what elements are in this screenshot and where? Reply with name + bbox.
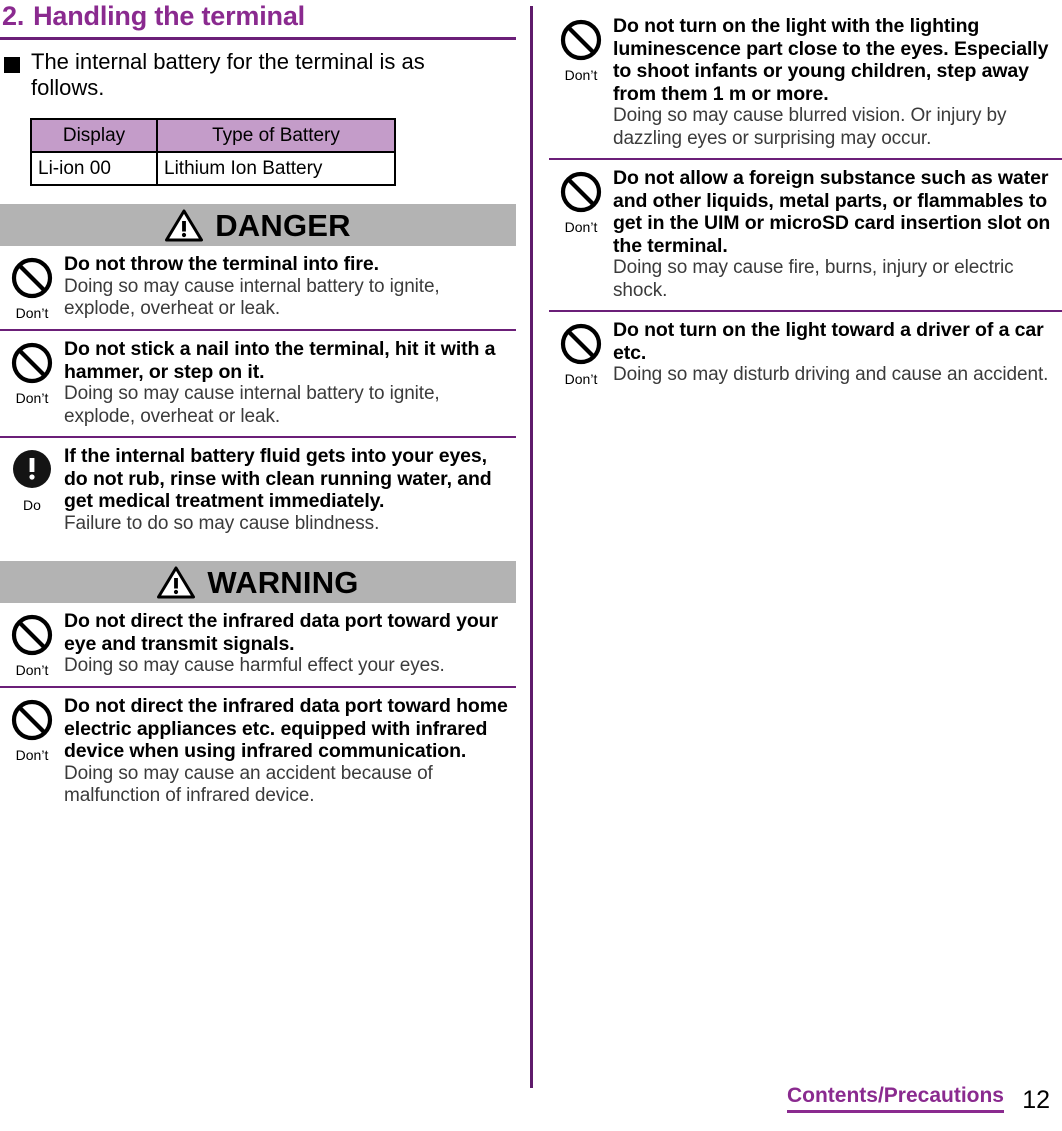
warning-triangle-icon bbox=[157, 566, 196, 599]
dont-icon-caption: Don’t bbox=[15, 662, 49, 678]
right-column: Don’t Do not turn on the light with the … bbox=[549, 8, 1062, 395]
precaution-body: Do not turn on the light with the lighti… bbox=[613, 15, 1062, 150]
precaution-body: Do not direct the infrared data port tow… bbox=[64, 695, 516, 808]
precaution-heading: Do not allow a foreign substance such as… bbox=[613, 167, 1051, 257]
dont-icon: Don’t bbox=[549, 167, 613, 235]
intro-bullet-text: The internal battery for the terminal is… bbox=[31, 49, 425, 100]
precaution-body: If the internal battery fluid gets into … bbox=[64, 445, 516, 535]
table-header-type: Type of Battery bbox=[156, 118, 396, 153]
section-title-text: Handling the terminal bbox=[33, 1, 305, 31]
precaution-entry: Don’t Do not direct the infrared data po… bbox=[0, 603, 516, 686]
page-footer: Contents/Precautions 12 bbox=[0, 1083, 1062, 1123]
precaution-heading: Do not stick a nail into the terminal, h… bbox=[64, 338, 496, 383]
intro-bullet: The internal battery for the terminal is… bbox=[0, 49, 516, 101]
dont-icon-caption: Don’t bbox=[564, 67, 598, 83]
precaution-body: Do not stick a nail into the terminal, h… bbox=[64, 338, 516, 428]
section-number: 2. bbox=[2, 1, 25, 31]
left-column: 2. Handling the terminal The internal bat… bbox=[0, 0, 516, 816]
precaution-heading: Do not throw the terminal into fire. bbox=[64, 253, 379, 275]
precaution-subtext: Doing so may disturb driving and cause a… bbox=[613, 364, 1049, 385]
precaution-subtext: Doing so may cause internal battery to i… bbox=[64, 275, 440, 320]
manual-page: 2. Handling the terminal The internal bat… bbox=[0, 0, 1062, 1131]
precaution-body: Do not direct the infrared data port tow… bbox=[64, 610, 516, 678]
precaution-heading: Do not turn on the light with the lighti… bbox=[613, 15, 1049, 105]
precaution-heading: Do not direct the infrared data port tow… bbox=[64, 610, 498, 655]
table-header-display: Display bbox=[30, 118, 158, 153]
precaution-entry: Do If the internal battery fluid gets in… bbox=[0, 438, 516, 543]
page-title: 2. Handling the terminal bbox=[0, 0, 516, 32]
precaution-body: Do not turn on the light toward a driver… bbox=[613, 319, 1062, 387]
precaution-body: Do not throw the terminal into fire. Doi… bbox=[64, 253, 516, 321]
precaution-entry: Don’t Do not stick a nail into the termi… bbox=[0, 331, 516, 436]
do-icon: Do bbox=[0, 445, 64, 513]
precaution-subtext: Doing so may cause harmful effect your e… bbox=[64, 655, 445, 676]
precaution-entry: Don’t Do not direct the infrared data po… bbox=[0, 688, 516, 816]
dont-icon-caption: Don’t bbox=[564, 371, 598, 387]
square-bullet-icon bbox=[4, 57, 20, 73]
table-cell-display: Li-ion 00 bbox=[30, 151, 158, 186]
dont-icon-caption: Don’t bbox=[15, 390, 49, 406]
dont-icon: Don’t bbox=[0, 338, 64, 406]
warning-triangle-icon bbox=[165, 209, 204, 242]
precaution-heading: Do not turn on the light toward a driver… bbox=[613, 319, 1044, 364]
dont-icon: Don’t bbox=[549, 15, 613, 83]
table-cell-type: Lithium Ion Battery bbox=[156, 151, 396, 186]
dont-icon: Don’t bbox=[549, 319, 613, 387]
title-underline bbox=[0, 37, 516, 40]
column-divider bbox=[530, 6, 533, 1088]
precaution-heading: Do not direct the infrared data port tow… bbox=[64, 695, 508, 762]
table-header-row: Display Type of Battery bbox=[30, 118, 396, 153]
page-number: 12 bbox=[1022, 1086, 1050, 1114]
dont-icon-caption: Don’t bbox=[15, 305, 49, 321]
precaution-subtext: Doing so may cause an accident because o… bbox=[64, 762, 433, 807]
precaution-body: Do not allow a foreign substance such as… bbox=[613, 167, 1062, 302]
precaution-entry: Don’t Do not allow a foreign substance s… bbox=[549, 160, 1062, 310]
danger-banner: DANGER bbox=[0, 204, 516, 246]
warning-label: WARNING bbox=[207, 564, 359, 600]
dont-icon-caption: Don’t bbox=[15, 747, 49, 763]
precaution-heading: If the internal battery fluid gets into … bbox=[64, 445, 492, 512]
warning-banner: WARNING bbox=[0, 561, 516, 603]
do-icon-caption: Do bbox=[23, 497, 41, 513]
precaution-subtext: Doing so may cause fire, burns, injury o… bbox=[613, 257, 1014, 301]
precaution-entry: Don’t Do not throw the terminal into fir… bbox=[0, 246, 516, 329]
precaution-subtext: Doing so may cause internal battery to i… bbox=[64, 383, 440, 427]
table-row: Li-ion 00 Lithium Ion Battery bbox=[30, 151, 396, 186]
dont-icon-caption: Don’t bbox=[564, 219, 598, 235]
precaution-subtext: Failure to do so may cause blindness. bbox=[64, 512, 380, 534]
dont-icon: Don’t bbox=[0, 695, 64, 763]
section-tab-label: Contents/Precautions bbox=[786, 1084, 1004, 1113]
battery-table: Display Type of Battery Li-ion 00 Lithiu… bbox=[30, 118, 396, 186]
precaution-entry: Don’t Do not turn on the light with the … bbox=[549, 8, 1062, 158]
precaution-subtext: Doing so may cause blurred vision. Or in… bbox=[613, 105, 1007, 149]
dont-icon: Don’t bbox=[0, 253, 64, 321]
danger-label: DANGER bbox=[215, 207, 351, 243]
dont-icon: Don’t bbox=[0, 610, 64, 678]
precaution-entry: Don’t Do not turn on the light toward a … bbox=[549, 312, 1062, 395]
